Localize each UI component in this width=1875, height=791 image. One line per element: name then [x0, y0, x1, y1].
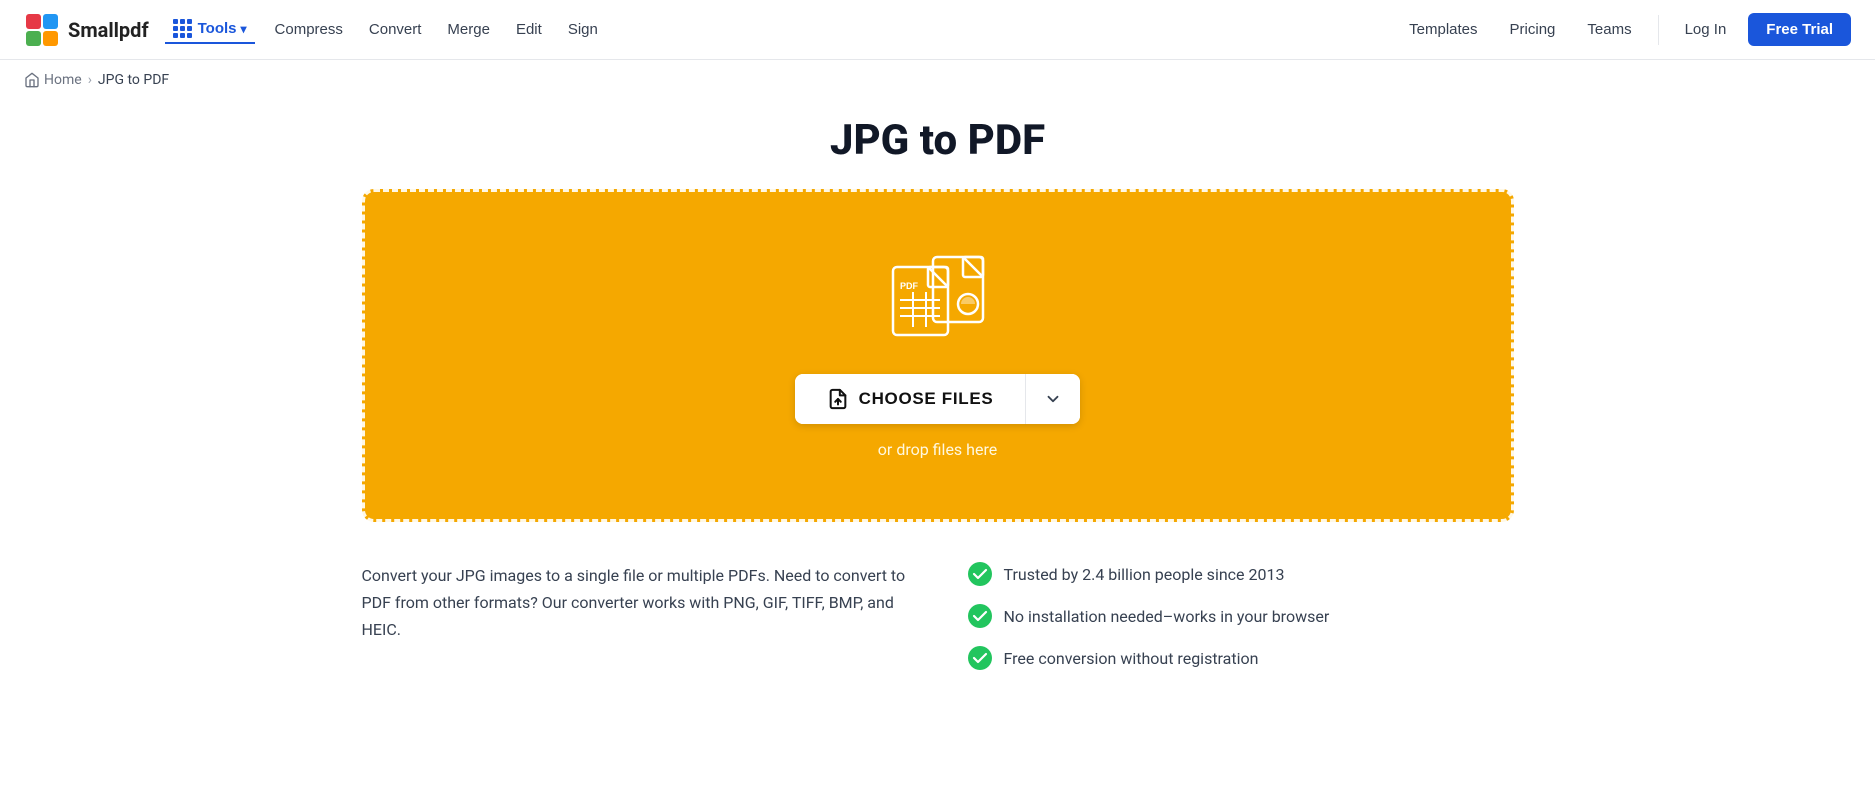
login-button[interactable]: Log In	[1671, 15, 1741, 44]
nav-divider	[1658, 15, 1659, 45]
nav-pricing[interactable]: Pricing	[1496, 17, 1570, 42]
check-circle-icon-2	[968, 646, 992, 670]
grid-icon	[173, 19, 192, 38]
feature-item-1: No installation needed–works in your bro…	[968, 604, 1514, 628]
breadcrumb-home-link[interactable]: Home	[24, 72, 82, 88]
nav-right: Templates Pricing Teams Log In Free Tria…	[1395, 13, 1851, 46]
breadcrumb-current: JPG to PDF	[98, 72, 169, 88]
choose-files-label: CHOOSE FILES	[859, 389, 994, 409]
logo-icon	[24, 12, 60, 48]
nav-compress[interactable]: Compress	[263, 17, 355, 42]
description-paragraph: Convert your JPG images to a single file…	[362, 562, 908, 644]
nav-sign[interactable]: Sign	[556, 17, 610, 42]
choose-files-button[interactable]: CHOOSE FILES	[795, 374, 1026, 424]
feature-item-2: Free conversion without registration	[968, 646, 1514, 670]
chevron-down-icon	[1044, 390, 1062, 408]
feature-item-0: Trusted by 2.4 billion people since 2013	[968, 562, 1514, 586]
breadcrumb-home-label: Home	[44, 72, 82, 88]
logo-link[interactable]: Smallpdf	[24, 12, 149, 48]
nav-templates[interactable]: Templates	[1395, 17, 1491, 42]
file-icons: PDF	[878, 252, 998, 346]
nav-convert[interactable]: Convert	[357, 17, 434, 42]
tools-button[interactable]: Tools ▾	[165, 15, 255, 44]
upload-container: PDF CHOOSE FILES	[338, 189, 1538, 522]
nav-merge[interactable]: Merge	[435, 17, 502, 42]
svg-text:PDF: PDF	[900, 281, 919, 291]
feature-text-2: Free conversion without registration	[1004, 649, 1259, 668]
logo-text: Smallpdf	[68, 18, 149, 42]
description-text: Convert your JPG images to a single file…	[362, 562, 908, 644]
home-icon	[24, 72, 40, 88]
nav-edit[interactable]: Edit	[504, 17, 554, 42]
below-fold: Convert your JPG images to a single file…	[338, 562, 1538, 730]
breadcrumb-separator: ›	[88, 72, 92, 88]
feature-text-0: Trusted by 2.4 billion people since 2013	[1004, 565, 1285, 584]
page-title: JPG to PDF	[0, 116, 1875, 165]
nav-right-links: Templates Pricing Teams	[1395, 17, 1645, 42]
features-list: Trusted by 2.4 billion people since 2013…	[968, 562, 1514, 670]
tools-label: Tools	[198, 20, 237, 37]
file-upload-icon	[827, 388, 849, 410]
navbar: Smallpdf Tools ▾ Compress Convert Merge …	[0, 0, 1875, 60]
upload-dropzone[interactable]: PDF CHOOSE FILES	[362, 189, 1514, 522]
breadcrumb: Home › JPG to PDF	[0, 60, 1875, 100]
drop-hint: or drop files here	[878, 440, 997, 459]
feature-text-1: No installation needed–works in your bro…	[1004, 607, 1330, 626]
upload-file-icon: PDF	[878, 252, 998, 342]
tools-chevron-icon: ▾	[241, 22, 247, 36]
nav-links: Compress Convert Merge Edit Sign	[263, 17, 610, 42]
choose-files-dropdown-button[interactable]	[1026, 374, 1080, 424]
free-trial-button[interactable]: Free Trial	[1748, 13, 1851, 46]
choose-files-row: CHOOSE FILES	[795, 374, 1081, 424]
check-circle-icon-0	[968, 562, 992, 586]
check-circle-icon-1	[968, 604, 992, 628]
nav-teams[interactable]: Teams	[1573, 17, 1645, 42]
